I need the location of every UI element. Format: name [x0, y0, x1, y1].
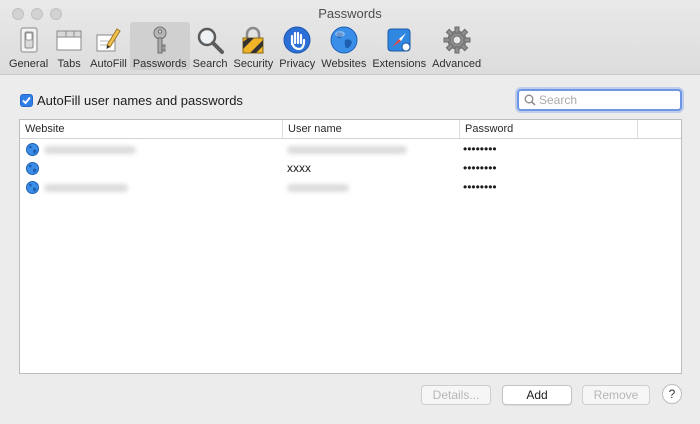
tab-extensions[interactable]: Extensions: [369, 22, 429, 70]
help-button[interactable]: ?: [662, 384, 682, 404]
gear-icon: [443, 26, 471, 54]
tab-websites[interactable]: Websites: [318, 22, 369, 70]
tab-search-label: Search: [192, 58, 228, 70]
tab-websites-label: Websites: [321, 58, 367, 70]
search-input[interactable]: [539, 93, 679, 107]
tabs-icon: [56, 30, 82, 51]
globe-icon: [26, 181, 39, 194]
column-header-username[interactable]: User name: [283, 120, 460, 138]
password-value: ••••••••: [463, 161, 497, 175]
tab-tabs[interactable]: Tabs: [51, 22, 87, 70]
preferences-window: Passwords General Tabs AutoFill Password…: [0, 0, 700, 424]
autofill-checkbox-row[interactable]: AutoFill user names and passwords: [20, 93, 243, 108]
website-value: [44, 184, 128, 192]
window-title: Passwords: [318, 6, 382, 21]
username-value: xxxx: [287, 161, 311, 175]
checkmark-icon: [22, 96, 31, 105]
tab-privacy-label: Privacy: [279, 58, 316, 70]
tab-passwords[interactable]: Passwords: [129, 22, 190, 70]
tab-autofill-label: AutoFill: [90, 58, 127, 70]
username-value: [287, 146, 407, 154]
password-value: ••••••••: [463, 142, 497, 156]
tab-advanced[interactable]: Advanced: [429, 22, 484, 70]
details-button[interactable]: Details...: [421, 385, 491, 405]
website-value: [44, 146, 136, 154]
tab-autofill[interactable]: AutoFill: [87, 22, 130, 70]
table-row[interactable]: ••••••••: [20, 140, 681, 159]
lock-icon: [242, 26, 264, 54]
tab-security[interactable]: Security: [230, 22, 276, 70]
tab-extensions-label: Extensions: [372, 58, 427, 70]
tab-privacy[interactable]: Privacy: [276, 22, 318, 70]
tab-general[interactable]: General: [6, 22, 51, 70]
tab-security-label: Security: [233, 58, 274, 70]
globe-icon: [330, 26, 358, 54]
autofill-checkbox[interactable]: [20, 94, 33, 107]
key-icon: [153, 26, 167, 54]
table-row[interactable]: ••••••••: [20, 178, 681, 197]
puzzle-compass-icon: [387, 28, 411, 52]
preferences-toolbar: General Tabs AutoFill Passwords Search S…: [6, 22, 484, 72]
autofill-label: AutoFill user names and passwords: [37, 93, 243, 108]
globe-icon: [26, 143, 39, 156]
column-header-password[interactable]: Password: [460, 120, 638, 138]
passwords-table: Website User name Password •••••••• xxxx…: [19, 119, 682, 374]
globe-icon: [26, 162, 39, 175]
tab-advanced-label: Advanced: [432, 58, 482, 70]
password-value: ••••••••: [463, 180, 497, 194]
username-value: [287, 184, 349, 192]
column-header-website[interactable]: Website: [20, 120, 283, 138]
table-row[interactable]: xxxx ••••••••: [20, 159, 681, 178]
tab-general-label: General: [9, 58, 49, 70]
magnifier-icon: [197, 27, 225, 54]
tab-search[interactable]: Search: [190, 22, 231, 70]
pencil-form-icon: [96, 28, 122, 52]
tab-tabs-label: Tabs: [57, 58, 81, 70]
add-button[interactable]: Add: [502, 385, 572, 405]
hand-icon: [283, 26, 311, 54]
titlebar: Passwords General Tabs AutoFill Password…: [0, 0, 700, 75]
tab-passwords-label: Passwords: [132, 58, 187, 70]
search-field[interactable]: [517, 89, 682, 111]
remove-button[interactable]: Remove: [582, 385, 650, 405]
table-header: Website User name Password: [20, 120, 681, 139]
search-icon: [524, 94, 536, 106]
switch-icon: [20, 27, 38, 53]
